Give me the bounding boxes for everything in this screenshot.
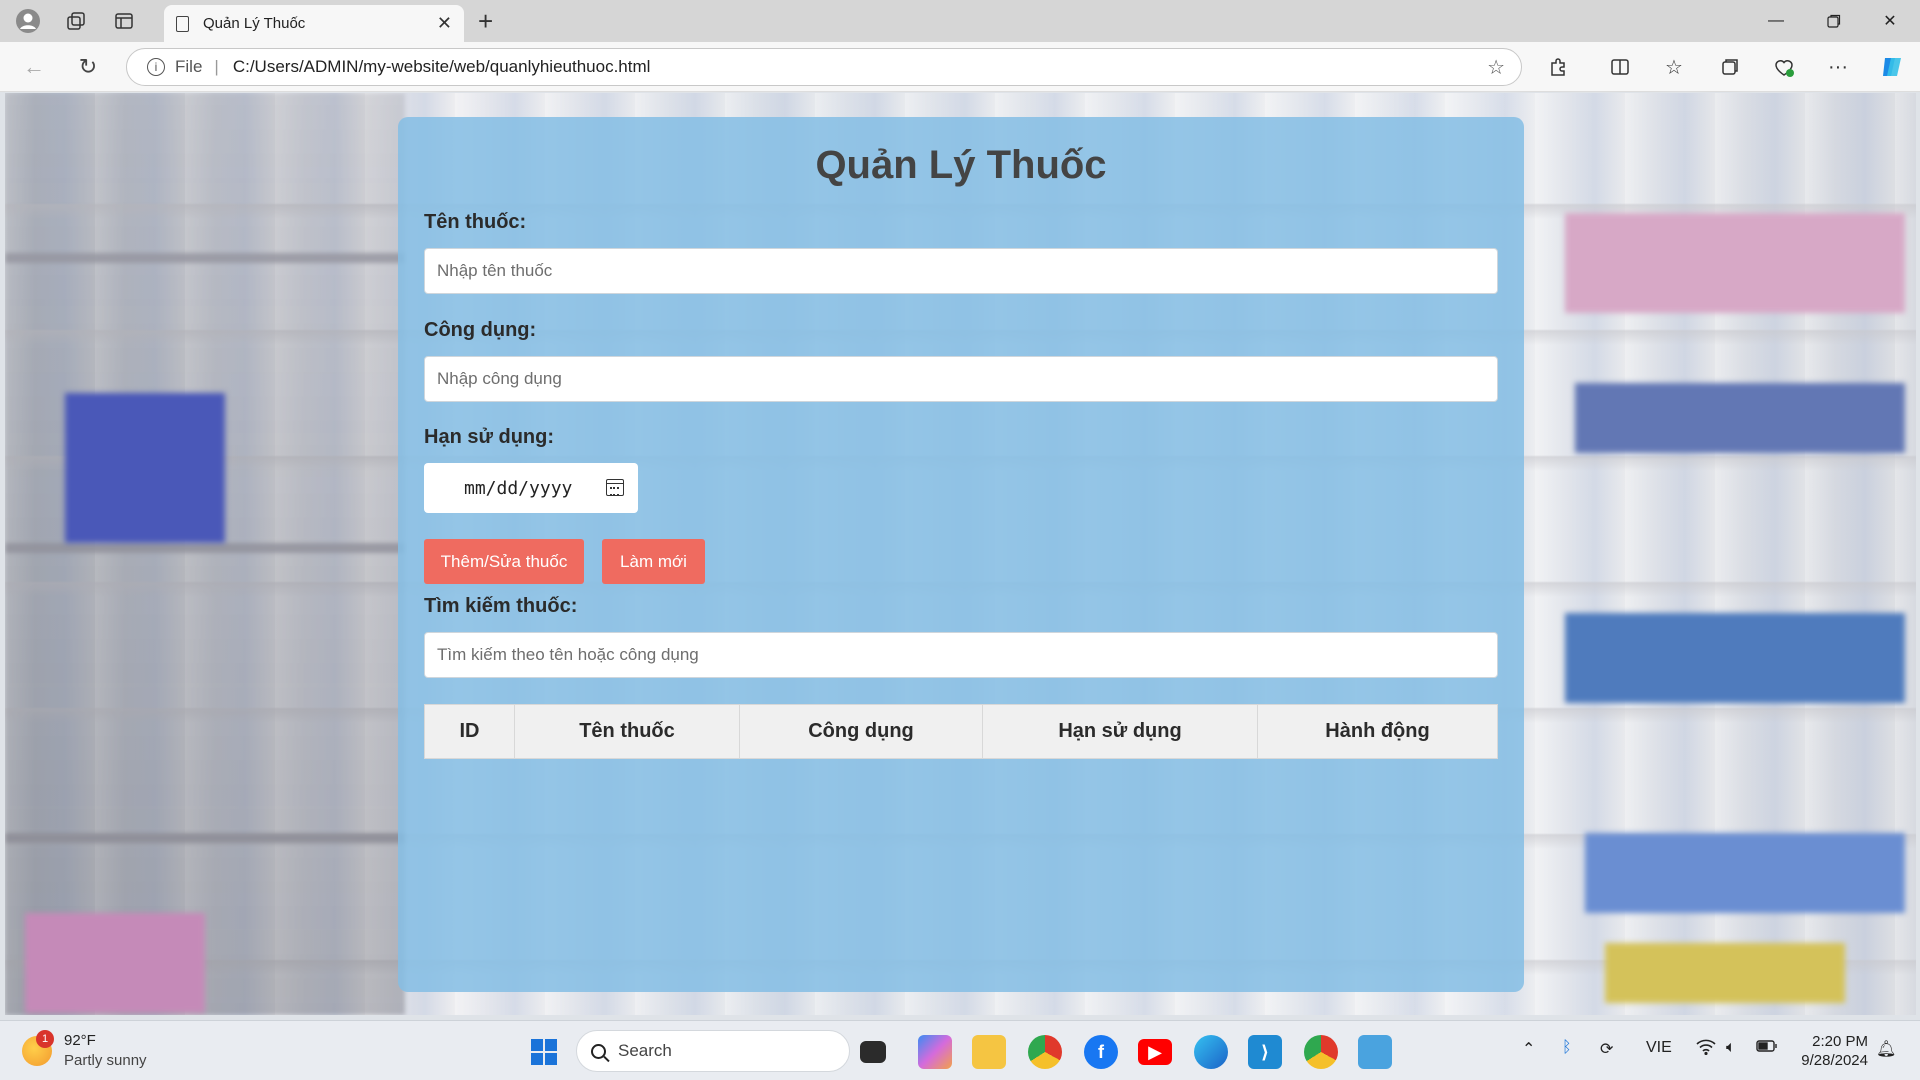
task-view-icon[interactable] (860, 1041, 886, 1063)
partly-sunny-icon: 1 (22, 1030, 54, 1066)
close-window-icon[interactable]: ✕ (1862, 0, 1918, 42)
medicine-name-input[interactable] (424, 248, 1498, 294)
show-hidden-icons-icon[interactable]: ⌃ (1522, 1039, 1535, 1059)
address-bar[interactable]: i File | C:/Users/ADMIN/my-website/web/q… (126, 48, 1522, 86)
search-medicine-input[interactable] (424, 632, 1498, 678)
chrome-profile-icon[interactable] (1304, 1035, 1338, 1069)
restore-icon[interactable] (1806, 0, 1862, 42)
weather-description: Partly sunny (64, 1052, 147, 1069)
wifi-icon[interactable] (1696, 1039, 1716, 1060)
background-product (1565, 613, 1905, 703)
favorite-star-icon[interactable]: ☆ (1487, 55, 1505, 80)
search-medicine-label: Tìm kiếm thuốc: (424, 595, 578, 617)
close-tab-icon[interactable]: ✕ (437, 13, 452, 34)
volume-icon[interactable]: 🔈︎ (1726, 1039, 1736, 1057)
vscode-icon[interactable]: ⟩ (1248, 1035, 1282, 1069)
notifications-bell-icon[interactable]: 🔔︎ (1876, 1039, 1896, 1059)
edge-icon[interactable] (1194, 1035, 1228, 1069)
address-url: C:/Users/ADMIN/my-website/web/quanlyhieu… (232, 57, 651, 76)
windows-taskbar: 1 92°F Partly sunny Search f ▶ ⟩ ⌃ ᛒ ⟳ V… (0, 1020, 1920, 1080)
more-options-icon[interactable]: ··· (1822, 52, 1854, 82)
medicine-table: ID Tên thuốc Công dụng Hạn sử dụng Hành … (424, 704, 1498, 759)
calendar-icon[interactable] (606, 479, 624, 496)
system-clock[interactable]: 2:20 PM 9/28/2024 (1801, 1032, 1868, 1070)
expiry-date-input[interactable]: mm/dd/yyyy (424, 463, 638, 513)
language-indicator[interactable]: VIE (1646, 1039, 1672, 1057)
copilot-icon[interactable] (1876, 52, 1908, 82)
table-header-row: ID Tên thuốc Công dụng Hạn sử dụng Hành … (424, 704, 1498, 759)
weather-widget[interactable]: 1 92°F Partly sunny (22, 1030, 147, 1071)
chrome-icon[interactable] (1028, 1035, 1062, 1069)
background-product (1565, 213, 1905, 313)
column-header-expiry[interactable]: Hạn sử dụng (982, 704, 1258, 759)
background-product (1575, 383, 1905, 453)
battery-icon[interactable] (1756, 1039, 1778, 1058)
notepad-icon[interactable] (1358, 1035, 1392, 1069)
start-icon[interactable] (527, 1035, 561, 1069)
copilot-taskbar-icon[interactable] (918, 1035, 952, 1069)
medicine-name-label: Tên thuốc: (424, 211, 527, 233)
split-screen-icon[interactable] (1604, 52, 1636, 82)
address-scheme: File (175, 57, 203, 76)
pharmacy-background-shelf (5, 93, 405, 1015)
profile-icon[interactable] (10, 5, 46, 37)
usage-input[interactable] (424, 356, 1498, 402)
collections-icon[interactable] (1714, 52, 1746, 82)
usage-label: Công dụng: (424, 319, 537, 341)
background-product (1605, 943, 1845, 1003)
page-title: Quản Lý Thuốc (815, 143, 1107, 187)
new-tab-icon[interactable]: + (478, 6, 493, 37)
background-product (25, 913, 205, 1013)
background-product (65, 393, 225, 543)
taskbar-search[interactable]: Search (576, 1030, 850, 1072)
document-icon (176, 15, 189, 32)
favorites-icon[interactable]: ☆ (1658, 52, 1690, 82)
clock-date: 9/28/2024 (1801, 1052, 1868, 1069)
add-edit-medicine-button[interactable]: Thêm/Sửa thuốc (424, 539, 584, 584)
column-header-id[interactable]: ID (424, 704, 515, 759)
refresh-icon[interactable]: ↻ (72, 51, 104, 83)
bluetooth-icon[interactable]: ᛒ (1562, 1039, 1572, 1057)
tab-title: Quản Lý Thuốc (203, 15, 306, 32)
workspaces-icon[interactable] (58, 5, 94, 37)
browser-essentials-icon[interactable] (1768, 52, 1800, 82)
date-format-placeholder: mm/dd/yyyy (464, 477, 573, 499)
search-icon (591, 1043, 606, 1059)
vertical-tabs-icon[interactable] (106, 5, 142, 37)
back-icon[interactable]: ← (18, 51, 50, 83)
notification-badge: 1 (36, 1030, 54, 1048)
youtube-icon[interactable]: ▶ (1138, 1039, 1172, 1065)
expiry-label: Hạn sử dụng: (424, 426, 555, 448)
browser-tab-active[interactable]: Quản Lý Thuốc ✕ (164, 5, 464, 42)
weather-temperature: 92°F (64, 1032, 96, 1049)
column-header-name[interactable]: Tên thuốc (514, 704, 740, 759)
address-separator: | (214, 57, 219, 76)
facebook-icon[interactable]: f (1084, 1035, 1118, 1069)
info-icon[interactable]: i (147, 58, 165, 76)
browser-toolbar: ← ↻ i File | C:/Users/ADMIN/my-website/w… (0, 42, 1920, 92)
column-header-actions[interactable]: Hành động (1257, 704, 1498, 759)
extensions-icon[interactable] (1542, 52, 1574, 82)
file-explorer-icon[interactable] (972, 1035, 1006, 1069)
taskbar-search-label: Search (618, 1041, 672, 1060)
clock-time: 2:20 PM (1812, 1033, 1868, 1050)
medicine-manager-panel: Quản Lý Thuốc Tên thuốc: Công dụng: Hạn … (398, 117, 1524, 992)
background-product (1585, 833, 1905, 913)
sync-icon[interactable]: ⟳ (1600, 1039, 1613, 1059)
column-header-usage[interactable]: Công dụng (739, 704, 983, 759)
minimize-icon[interactable]: — (1748, 0, 1804, 42)
reset-button[interactable]: Làm mới (602, 539, 705, 584)
